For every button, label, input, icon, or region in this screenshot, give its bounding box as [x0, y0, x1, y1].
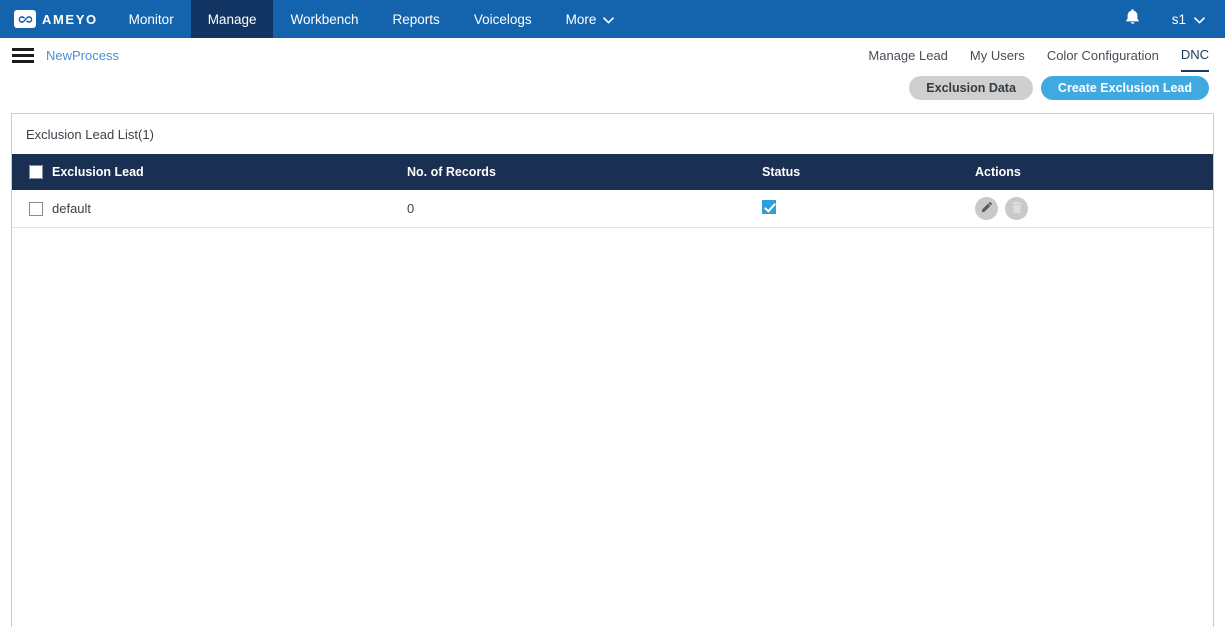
table-header-row: Exclusion Lead No. of Records Status Act… — [12, 154, 1213, 190]
cell-actions — [975, 197, 1213, 220]
table-body-empty-space — [12, 228, 1213, 627]
bell-icon — [1125, 8, 1140, 30]
column-header-actions: Actions — [975, 165, 1021, 179]
edit-row-button[interactable] — [975, 197, 998, 220]
row-select-checkbox[interactable] — [29, 201, 43, 216]
status-toggle-checkbox[interactable] — [762, 200, 776, 214]
action-bar: Exclusion Data Create Exclusion Lead — [0, 72, 1225, 104]
main-menu: Monitor Manage Workbench Reports Voicelo… — [112, 0, 632, 38]
table-row[interactable]: default 0 — [12, 190, 1213, 228]
cell-exclusion-lead: default — [52, 201, 92, 216]
chevron-down-icon — [1194, 12, 1205, 27]
exclusion-data-button[interactable]: Exclusion Data — [909, 75, 1033, 101]
notifications-button[interactable] — [1103, 8, 1162, 30]
nav-item-monitor[interactable]: Monitor — [112, 0, 191, 38]
user-menu[interactable]: s1 — [1162, 12, 1225, 27]
column-header-exclusion-lead[interactable]: Exclusion Lead — [52, 165, 407, 179]
nav-item-reports-label: Reports — [392, 11, 440, 27]
infinity-logo-icon — [14, 10, 36, 28]
nav-item-more[interactable]: More — [549, 0, 632, 38]
subnav-link-dnc[interactable]: DNC — [1180, 38, 1209, 72]
row-select-cell — [12, 201, 52, 216]
exclusion-lead-list-card: Exclusion Lead List(1) Exclusion Lead No… — [11, 113, 1214, 627]
nav-item-reports[interactable]: Reports — [376, 0, 457, 38]
nav-item-monitor-label: Monitor — [128, 11, 174, 27]
breadcrumb[interactable]: NewProcess — [46, 48, 119, 63]
row-action-buttons — [975, 197, 1213, 220]
nav-item-voicelogs[interactable]: Voicelogs — [457, 0, 549, 38]
delete-icon — [1011, 201, 1023, 217]
nav-item-voicelogs-label: Voicelogs — [473, 11, 532, 27]
create-exclusion-lead-button[interactable]: Create Exclusion Lead — [1040, 75, 1209, 101]
subnav-link-manage-lead[interactable]: Manage Lead — [868, 38, 948, 72]
subnav-links: Manage Lead My Users Color Configuration… — [868, 38, 1209, 72]
top-navigation-bar: AMEYO Monitor Manage Workbench Reports V… — [0, 0, 1225, 38]
cell-status — [762, 200, 975, 217]
select-all-checkbox[interactable] — [29, 165, 43, 179]
hamburger-line — [12, 47, 34, 51]
hamburger-line — [12, 59, 34, 63]
top-navigation-right: s1 — [1103, 0, 1225, 38]
secondary-navigation-bar: NewProcess Manage Lead My Users Color Co… — [0, 38, 1225, 72]
user-name-label: s1 — [1171, 11, 1186, 27]
card-title: Exclusion Lead List(1) — [26, 126, 154, 142]
select-all-cell — [12, 165, 52, 179]
subnav-link-color-configuration[interactable]: Color Configuration — [1047, 38, 1159, 72]
brand-name: AMEYO — [42, 11, 98, 27]
nav-item-workbench[interactable]: Workbench — [273, 0, 375, 38]
nav-item-more-label: More — [565, 11, 597, 27]
nav-item-workbench-label: Workbench — [290, 11, 359, 27]
cell-no-of-records: 0 — [407, 201, 415, 216]
nav-item-manage[interactable]: Manage — [190, 0, 274, 38]
column-header-no-of-records[interactable]: No. of Records — [407, 165, 762, 179]
chevron-down-icon — [603, 12, 615, 27]
nav-item-manage-label: Manage — [207, 11, 257, 27]
edit-icon — [980, 201, 993, 217]
hamburger-menu-icon[interactable] — [12, 47, 34, 63]
column-header-status[interactable]: Status — [762, 165, 975, 179]
subnav-link-my-users[interactable]: My Users — [970, 38, 1025, 72]
brand-logo[interactable]: AMEYO — [0, 0, 112, 38]
hamburger-line — [12, 53, 34, 57]
delete-row-button — [1005, 197, 1028, 220]
